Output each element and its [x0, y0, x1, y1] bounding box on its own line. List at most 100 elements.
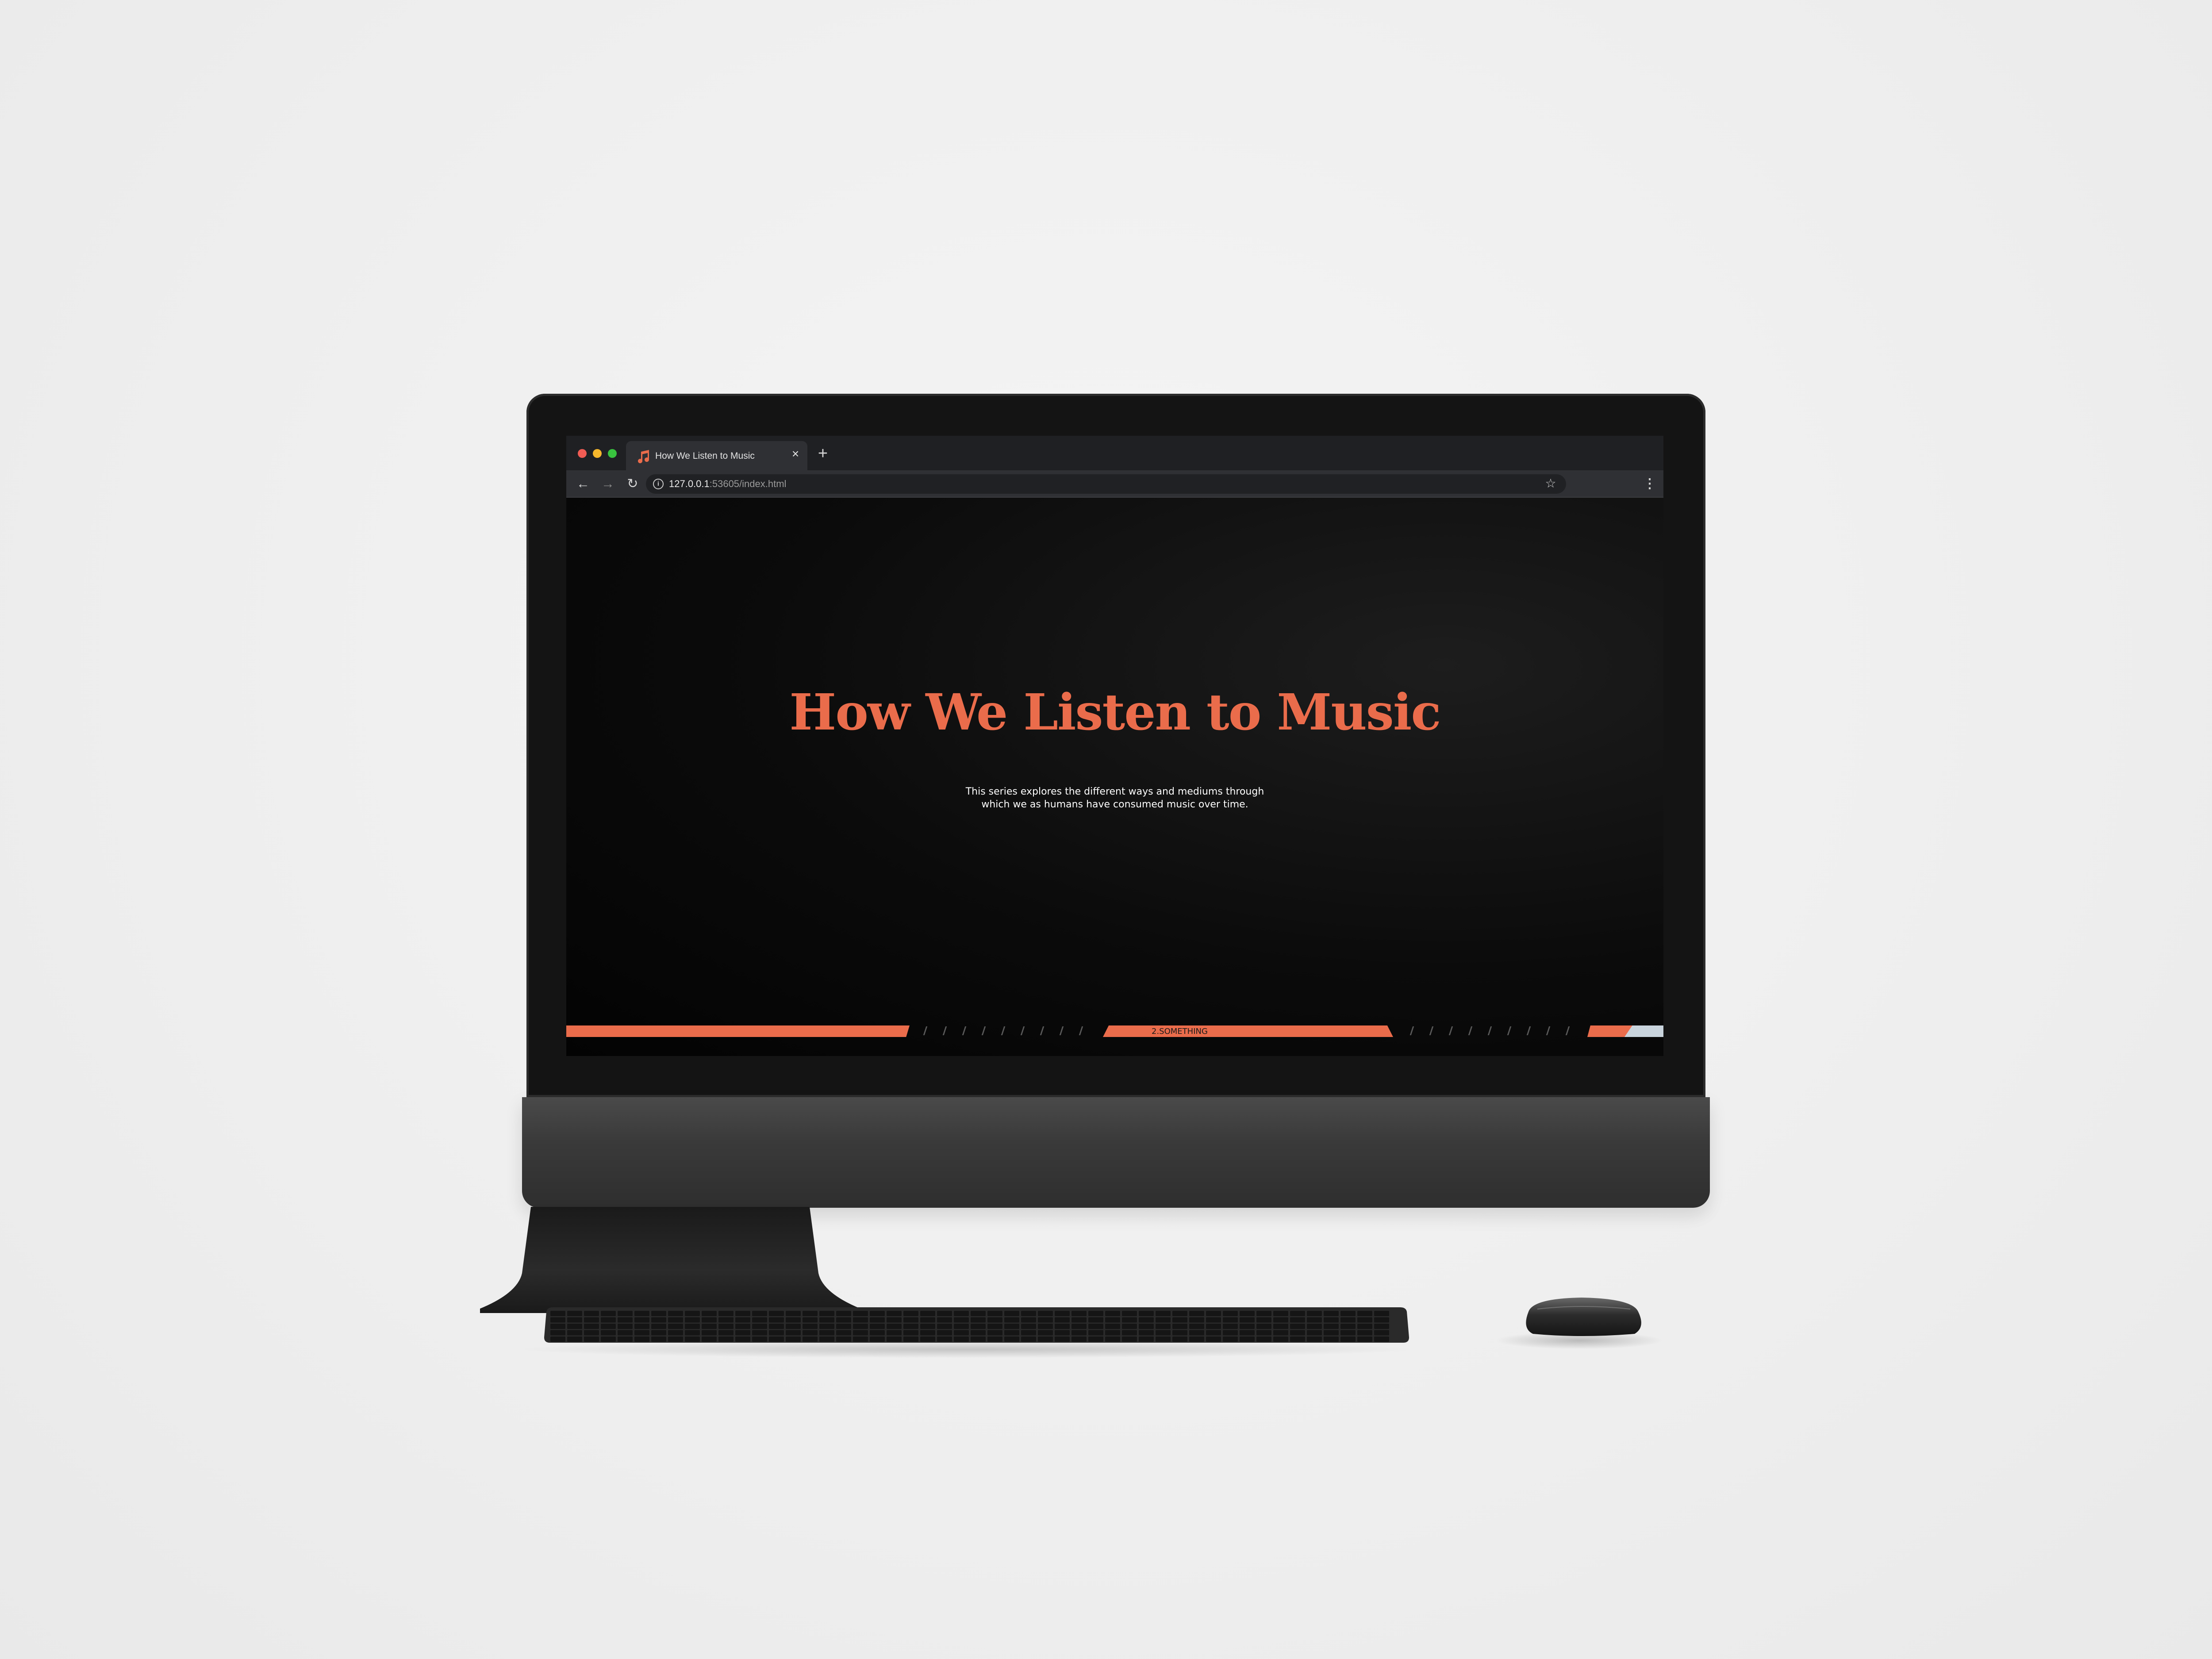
keyboard-key [735, 1336, 750, 1342]
keyboard-key [1172, 1324, 1187, 1329]
keyboard-key [718, 1324, 733, 1329]
address-bar[interactable]: i 127.0.0.1:53605/index.html ☆ [646, 474, 1566, 494]
timeline-segment-1[interactable] [566, 1025, 910, 1037]
keyboard-key [1340, 1336, 1356, 1342]
keyboard-key [786, 1317, 801, 1323]
keyboard-key [601, 1336, 616, 1342]
keyboard-key [1374, 1311, 1389, 1316]
keyboard-key [1055, 1317, 1070, 1323]
keyboard-key [702, 1336, 717, 1342]
close-window-button[interactable] [578, 449, 587, 458]
keyboard-key [1172, 1330, 1187, 1336]
keyboard-key [1324, 1336, 1339, 1342]
keyboard-key [685, 1324, 700, 1329]
minimize-window-button[interactable] [593, 449, 602, 458]
keyboard-key [567, 1317, 582, 1323]
keyboard-key [752, 1317, 767, 1323]
browser-tab[interactable]: How We Listen to Music × [626, 441, 807, 470]
keyboard-key [1223, 1324, 1238, 1329]
keyboard-key [1105, 1324, 1120, 1329]
keyboard-key [1055, 1311, 1070, 1316]
url-path: :53605/index.html [709, 478, 787, 489]
keyboard-key [920, 1324, 935, 1329]
keyboard-key [971, 1330, 986, 1336]
keyboard-key [1240, 1330, 1255, 1336]
keyboard-key [685, 1330, 700, 1336]
keyboard-key [584, 1324, 599, 1329]
reload-button[interactable]: ↻ [624, 475, 641, 493]
keyboard-key [769, 1311, 784, 1316]
url-text: 127.0.0.1:53605/index.html [669, 478, 786, 490]
keyboard-key [769, 1317, 784, 1323]
keyboard-key [1055, 1336, 1070, 1342]
star-icon[interactable]: ☆ [1543, 476, 1558, 491]
keyboard-key [1122, 1330, 1137, 1336]
keyboard-key [786, 1330, 801, 1336]
keyboard-key [803, 1324, 818, 1329]
keyboard-key [618, 1330, 633, 1336]
keyboard-key [651, 1317, 666, 1323]
keyboard-key [1374, 1336, 1389, 1342]
keyboard-key [1004, 1330, 1019, 1336]
info-icon[interactable]: i [653, 479, 664, 489]
keyboard-key [1071, 1324, 1087, 1329]
keyboard-key [634, 1330, 649, 1336]
keyboard-key [987, 1336, 1002, 1342]
keyboard-key [634, 1317, 649, 1323]
keyboard-key [1004, 1336, 1019, 1342]
new-tab-button[interactable]: + [814, 445, 832, 462]
keyboard-key [1357, 1330, 1372, 1336]
keyboard-key [735, 1311, 750, 1316]
keyboard-key [1340, 1330, 1356, 1336]
keyboard-key [601, 1317, 616, 1323]
kebab-menu-icon[interactable]: ⋮ [1643, 475, 1656, 493]
tab-close-icon[interactable]: × [789, 447, 802, 461]
keyboard-key [971, 1336, 986, 1342]
keyboard-key [735, 1317, 750, 1323]
tab-title: How We Listen to Music [655, 451, 755, 461]
maximize-window-button[interactable] [608, 449, 617, 458]
keyboard-key [651, 1336, 666, 1342]
keyboard-key [1038, 1324, 1053, 1329]
keyboard-key [1071, 1317, 1087, 1323]
keyboard-key [937, 1336, 952, 1342]
keyboard-key [920, 1317, 935, 1323]
keyboard-key [1004, 1324, 1019, 1329]
keyboard-key [971, 1324, 986, 1329]
keyboard-key [1357, 1336, 1372, 1342]
keyboard-key [1374, 1330, 1389, 1336]
keyboard-key [668, 1324, 683, 1329]
timeline-label: 2.SOMETHING [1152, 1027, 1208, 1036]
keyboard-key [1206, 1336, 1221, 1342]
keyboard-key [1307, 1330, 1322, 1336]
keyboard-key [819, 1311, 834, 1316]
keyboard-key [903, 1324, 918, 1329]
back-button[interactable]: ← [574, 475, 592, 493]
keyboard-key [1256, 1336, 1271, 1342]
keyboard-key [1156, 1336, 1171, 1342]
keyboard-key [987, 1311, 1002, 1316]
keyboard-key [1340, 1311, 1356, 1316]
keyboard-key [836, 1311, 851, 1316]
keyboard-key [1122, 1324, 1137, 1329]
keyboard-key [618, 1317, 633, 1323]
forward-button[interactable]: → [599, 475, 617, 493]
keyboard-key [550, 1324, 565, 1329]
keyboard-key [1189, 1336, 1204, 1342]
description-line-1: This series explores the different ways … [965, 786, 1264, 797]
keyboard-key [668, 1336, 683, 1342]
keyboard-key [786, 1311, 801, 1316]
timeline-nav: 2.SOMETHING [566, 1025, 1663, 1037]
timeline-segment-2[interactable]: 2.SOMETHING [1103, 1025, 1393, 1037]
keyboard-key [550, 1336, 565, 1342]
keyboard-key [1206, 1317, 1221, 1323]
keyboard-key [1004, 1311, 1019, 1316]
keyboard-key [954, 1317, 969, 1323]
keyboard-key [634, 1311, 649, 1316]
magic-mouse [1526, 1298, 1641, 1336]
browser-window: How We Listen to Music × + ← → ↻ i 127.0… [566, 436, 1663, 1056]
keyboard-key [1122, 1311, 1137, 1316]
keyboard-key [870, 1330, 885, 1336]
keyboard-key [702, 1317, 717, 1323]
keyboard-key [735, 1330, 750, 1336]
